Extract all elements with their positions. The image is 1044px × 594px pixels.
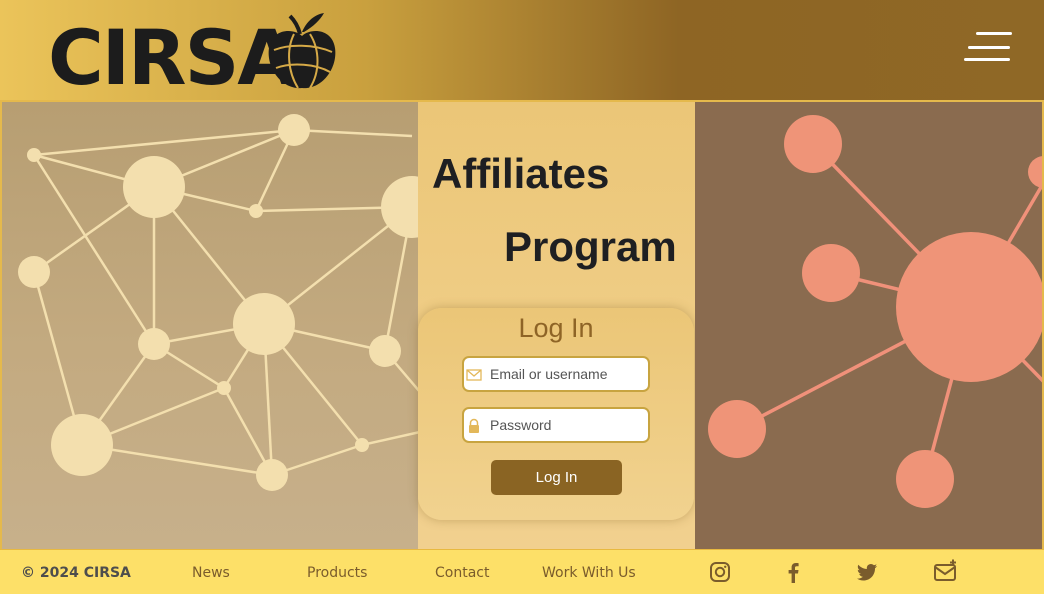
site-footer: © 2024 CIRSA News Products Contact Work … — [0, 549, 1044, 594]
lock-icon — [469, 418, 479, 433]
facebook-icon[interactable] — [782, 561, 804, 583]
footer-link-news[interactable]: News — [192, 565, 230, 581]
network-graph-left — [18, 114, 418, 491]
password-field[interactable] — [462, 407, 650, 443]
apple-logo-icon[interactable] — [264, 10, 340, 92]
cirsa-logo-text[interactable]: CIRSA — [48, 16, 296, 100]
network-illustration-right — [695, 100, 1044, 549]
site-header: CIRSA — [0, 0, 1044, 100]
hamburger-menu-icon[interactable] — [962, 30, 1014, 64]
email-field[interactable] — [462, 356, 650, 392]
footer-link-work-with-us[interactable]: Work With Us — [542, 565, 636, 581]
footer-link-contact[interactable]: Contact — [435, 565, 489, 581]
network-illustration-left — [0, 100, 418, 549]
email-input[interactable] — [490, 362, 645, 386]
mail-plus-icon[interactable] — [934, 559, 958, 583]
page-title-line2: Program — [504, 223, 677, 270]
instagram-icon[interactable] — [709, 561, 731, 583]
envelope-icon — [466, 369, 482, 381]
login-heading: Log In — [518, 313, 594, 343]
password-input[interactable] — [490, 413, 645, 437]
network-graph-right — [708, 115, 1042, 508]
login-button[interactable]: Log In — [491, 460, 622, 495]
footer-link-products[interactable]: Products — [307, 565, 367, 581]
twitter-icon[interactable] — [856, 561, 878, 583]
copyright-text: © 2024 CIRSA — [21, 565, 131, 581]
login-card: Log In Log In — [418, 308, 694, 520]
page-title-line1: Affiliates — [432, 150, 610, 197]
login-panel: Affiliates Program Log In Log In — [418, 100, 695, 549]
